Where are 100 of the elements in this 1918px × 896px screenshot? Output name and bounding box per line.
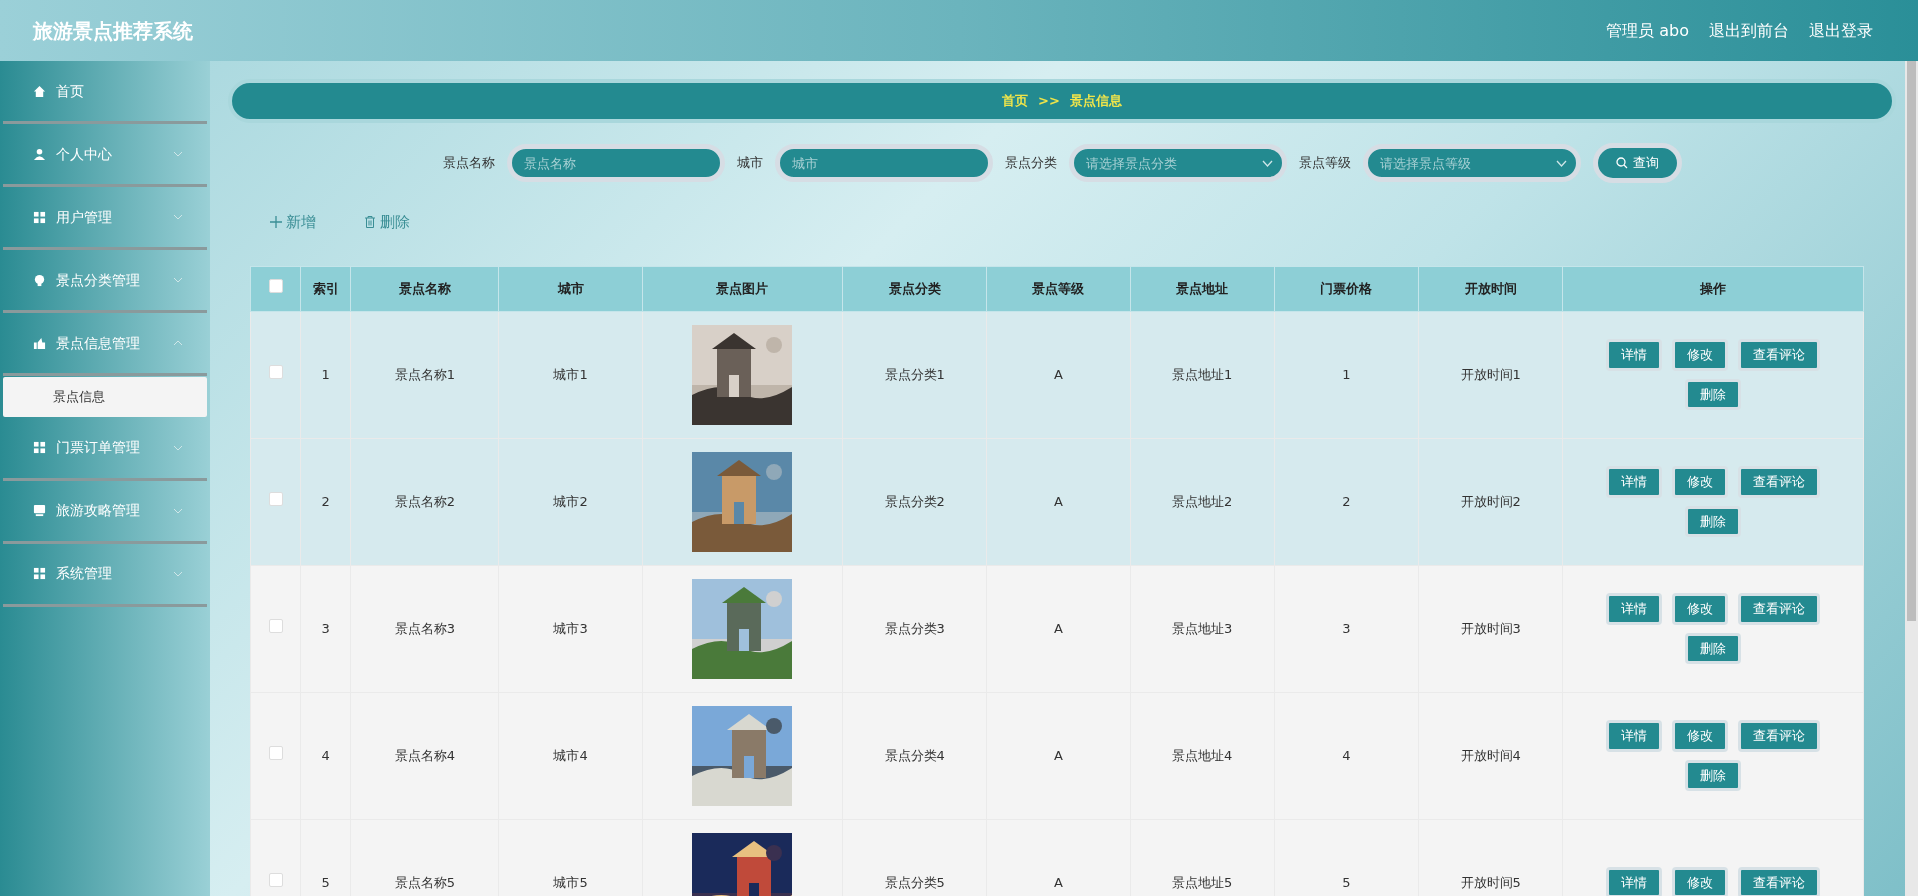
- table-cell: 2: [1342, 493, 1351, 509]
- field-label: 景点名称: [442, 154, 495, 173]
- select-field[interactable]: 请选择景点分类: [1068, 144, 1287, 182]
- details-button[interactable]: 详情: [1606, 593, 1663, 625]
- breadcrumb-item: 景点信息: [1069, 92, 1122, 111]
- row-checkbox[interactable]: [268, 872, 283, 887]
- sidebar-item[interactable]: 首页: [3, 61, 207, 124]
- edit-button[interactable]: 修改: [1672, 593, 1729, 625]
- edit-button[interactable]: 修改: [1672, 466, 1729, 498]
- table-cell: 景点名称5: [394, 874, 455, 890]
- column-header: 景点分类: [888, 280, 941, 296]
- sidebar-item[interactable]: 景点分类管理: [3, 250, 207, 313]
- search-button[interactable]: 查询: [1592, 143, 1682, 183]
- grid-icon: [33, 441, 46, 454]
- comments-button[interactable]: 查看评论: [1738, 339, 1821, 371]
- table-cell: 景点地址5: [1172, 874, 1233, 890]
- table-cell: A: [1054, 620, 1063, 636]
- table-cell: 景点分类4: [884, 747, 945, 763]
- column-header: 开放时间: [1464, 280, 1517, 296]
- table-cell: 景点分类3: [884, 620, 945, 636]
- column-header: 城市: [557, 280, 584, 296]
- edit-button[interactable]: 修改: [1672, 720, 1729, 752]
- table-cell: 开放时间3: [1460, 620, 1521, 636]
- delete-button[interactable]: 删除: [364, 211, 410, 234]
- header-link[interactable]: 退出到前台: [1709, 20, 1789, 40]
- plus-icon: [270, 216, 282, 229]
- delete-button[interactable]: 删除: [1685, 505, 1742, 537]
- delete-button[interactable]: 删除: [1685, 632, 1742, 664]
- table-cell: 5: [1342, 874, 1351, 890]
- column-header: 门票价格: [1320, 280, 1373, 296]
- sidebar-item[interactable]: 门票订单管理: [3, 417, 207, 481]
- details-button[interactable]: 详情: [1606, 720, 1663, 752]
- sidebar-item[interactable]: 个人中心: [3, 124, 207, 187]
- table-cell: 开放时间2: [1460, 493, 1521, 509]
- table-cell: 景点分类5: [884, 874, 945, 890]
- row-checkbox[interactable]: [268, 745, 283, 760]
- grid-icon: [33, 567, 46, 580]
- table-row[interactable]: 2 景点名称2 城市2 景点分类2 A 景点地址2 2 开放时间2 详情 修改 查看评论 删除: [250, 438, 1864, 565]
- row-checkbox[interactable]: [268, 364, 283, 379]
- table-cell: A: [1054, 747, 1063, 763]
- table-cell: 景点名称2: [394, 493, 455, 509]
- comments-button[interactable]: 查看评论: [1738, 593, 1821, 625]
- comments-button[interactable]: 查看评论: [1738, 720, 1821, 752]
- details-button[interactable]: 详情: [1606, 866, 1663, 896]
- table-cell: 景点名称3: [394, 620, 455, 636]
- table-cell: 城市5: [553, 874, 588, 890]
- header-link[interactable]: 退出登录: [1809, 20, 1873, 40]
- app-title: 旅游景点推荐系统: [33, 17, 193, 45]
- table-cell: 3: [1342, 620, 1351, 636]
- header-link[interactable]: 管理员 abo: [1606, 20, 1689, 40]
- comments-button[interactable]: 查看评论: [1738, 866, 1821, 896]
- sidebar-item[interactable]: 旅游攻略管理: [3, 480, 207, 544]
- table-cell: 3: [321, 620, 330, 636]
- table-cell: 景点地址2: [1172, 493, 1233, 509]
- sidebar-subitem[interactable]: 景点信息: [3, 377, 207, 417]
- column-header: 景点名称: [398, 280, 451, 296]
- person-icon: [33, 147, 46, 161]
- table-cell: 4: [321, 747, 330, 763]
- sidebar-item[interactable]: 用户管理: [3, 187, 207, 250]
- scrollbar[interactable]: [1905, 61, 1918, 896]
- table-cell: A: [1054, 366, 1063, 382]
- breadcrumb-item: 首页: [1002, 92, 1029, 111]
- column-header: 索引: [312, 280, 339, 296]
- sidebar-item[interactable]: 系统管理: [3, 543, 207, 607]
- edit-button[interactable]: 修改: [1672, 866, 1729, 896]
- edit-button[interactable]: 修改: [1672, 339, 1729, 371]
- details-button[interactable]: 详情: [1606, 339, 1663, 371]
- add-button[interactable]: 新增: [270, 211, 316, 234]
- column-header: 景点地址: [1176, 280, 1229, 296]
- row-checkbox[interactable]: [268, 491, 283, 506]
- column-header: 景点等级: [1032, 280, 1085, 296]
- delete-button[interactable]: 删除: [1685, 759, 1742, 791]
- table-row[interactable]: 1 景点名称1 城市1 景点分类1 A 景点地址1 1 开放时间1 详情 修改 查看评论 删除: [250, 311, 1864, 438]
- table-row[interactable]: 3 景点名称3 城市3 景点分类3 A 景点地址3 3 开放时间3 详情 修改 查看评论 删除: [250, 565, 1864, 692]
- table-cell: 城市4: [553, 747, 588, 763]
- table-cell: 景点名称1: [394, 366, 455, 382]
- table-cell: 景点名称4: [394, 747, 455, 763]
- table-cell: 景点地址3: [1172, 620, 1233, 636]
- table-cell: 4: [1342, 747, 1351, 763]
- table-row[interactable]: 5 景点名称5 城市5 景点分类5 A 景点地址5 5 开放时间5 详情 修改 查看评论: [250, 819, 1864, 896]
- delete-button[interactable]: 删除: [1685, 378, 1742, 410]
- input-field[interactable]: 景点名称: [506, 144, 725, 182]
- bulb-icon: [33, 273, 46, 287]
- field-label: 城市: [736, 154, 763, 173]
- search-icon: [1615, 157, 1628, 169]
- row-checkbox[interactable]: [268, 618, 283, 633]
- details-button[interactable]: 详情: [1606, 466, 1663, 498]
- column-header: 操作: [1700, 280, 1727, 296]
- table-cell: A: [1054, 874, 1063, 890]
- grid-icon: [33, 210, 46, 224]
- table-cell: 5: [321, 874, 330, 890]
- input-field[interactable]: 城市: [774, 144, 993, 182]
- chevron-icon: [1261, 160, 1273, 167]
- comments-button[interactable]: 查看评论: [1738, 466, 1821, 498]
- table-row[interactable]: 4 景点名称4 城市4 景点分类4 A 景点地址4 4 开放时间4 详情 修改 查看评论 删除: [250, 692, 1864, 819]
- field-label: 景点等级: [1298, 154, 1351, 173]
- select-all-checkbox[interactable]: [268, 278, 283, 293]
- select-field[interactable]: 请选择景点等级: [1362, 144, 1581, 182]
- field-label: 景点分类: [1004, 154, 1057, 173]
- breadcrumb-item: >>: [1038, 92, 1060, 111]
